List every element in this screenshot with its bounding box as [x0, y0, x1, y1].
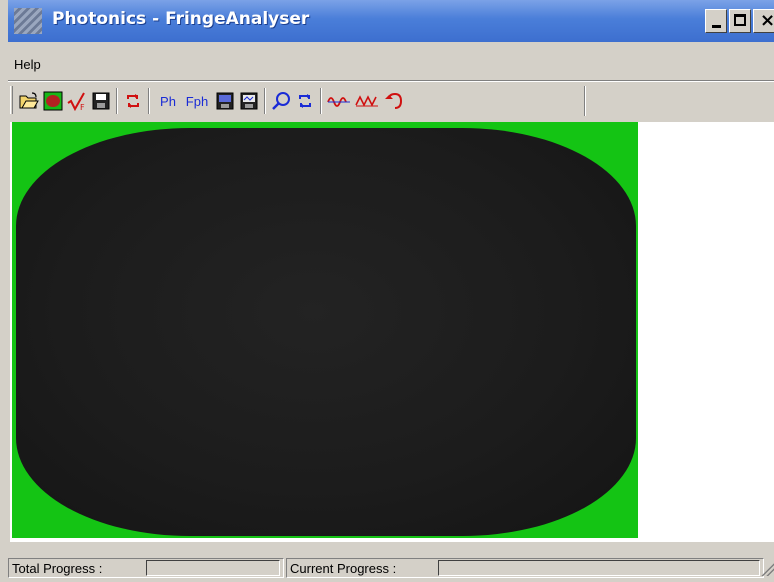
minimize-button[interactable]	[705, 9, 727, 33]
toolbar-separator	[320, 88, 322, 114]
window-title: Photonics - FringeAnalyser	[52, 9, 310, 29]
minimize-icon	[712, 25, 721, 28]
client-area	[10, 122, 774, 542]
filter-button[interactable]: F	[66, 90, 88, 112]
fringe-image-panel[interactable]	[12, 122, 638, 538]
toolbar-end-separator	[584, 86, 586, 116]
toolbar-separator	[264, 88, 266, 114]
fringe-image	[16, 128, 636, 536]
app-icon	[14, 8, 42, 34]
zoom-button[interactable]	[270, 90, 292, 112]
close-button[interactable]: ×	[753, 9, 774, 33]
current-progress-label: Current Progress :	[290, 561, 397, 576]
empty-workspace	[638, 122, 774, 542]
save-phase-button[interactable]	[238, 90, 260, 112]
save-phase-icon	[240, 92, 258, 110]
save-image-button[interactable]	[214, 90, 236, 112]
menu-bar: Help	[8, 52, 774, 80]
resize-grip[interactable]	[760, 562, 774, 576]
title-bar[interactable]: Photonics - FringeAnalyser ×	[8, 0, 774, 42]
menu-item-help[interactable]: Help	[14, 57, 41, 72]
unwrap-button[interactable]	[354, 90, 380, 112]
total-progress-label: Total Progress :	[12, 561, 103, 576]
status-bar: Total Progress : Current Progress :	[8, 556, 774, 582]
current-progress-bar	[438, 560, 760, 576]
swap-icon	[299, 94, 311, 108]
refresh-button[interactable]	[122, 90, 144, 112]
maximize-button[interactable]	[729, 9, 751, 33]
total-progress-bar	[146, 560, 280, 576]
wave-icon	[327, 97, 350, 107]
maximize-icon	[734, 14, 746, 26]
unwrap-icon	[355, 95, 378, 107]
svg-text:F: F	[80, 103, 85, 111]
toolbar-separator	[148, 88, 150, 114]
save-icon	[92, 92, 110, 110]
toolbar-separator	[116, 88, 118, 114]
save-button[interactable]	[90, 90, 112, 112]
mask-button[interactable]	[42, 90, 64, 112]
toolbar: F Ph Fph	[8, 82, 774, 120]
filtered-phase-button[interactable]: Fph	[182, 90, 212, 112]
close-icon: ×	[760, 10, 774, 31]
open-button[interactable]	[18, 90, 40, 112]
save-image-icon	[216, 92, 234, 110]
phase-label: Ph	[160, 93, 176, 109]
wave-button[interactable]	[326, 90, 352, 112]
undo-icon	[385, 92, 403, 109]
mask-icon	[43, 91, 63, 111]
refresh-icon	[127, 94, 139, 108]
toolbar-grip[interactable]	[10, 86, 13, 114]
application-window: Photonics - FringeAnalyser × Help F Ph F…	[0, 0, 774, 582]
filtered-phase-label: Fph	[185, 93, 209, 109]
filter-icon: F	[67, 92, 85, 111]
phase-button[interactable]: Ph	[156, 90, 180, 112]
open-icon	[19, 92, 39, 109]
swap-button[interactable]	[294, 90, 316, 112]
undo-button[interactable]	[382, 90, 404, 112]
zoom-icon	[272, 92, 290, 110]
